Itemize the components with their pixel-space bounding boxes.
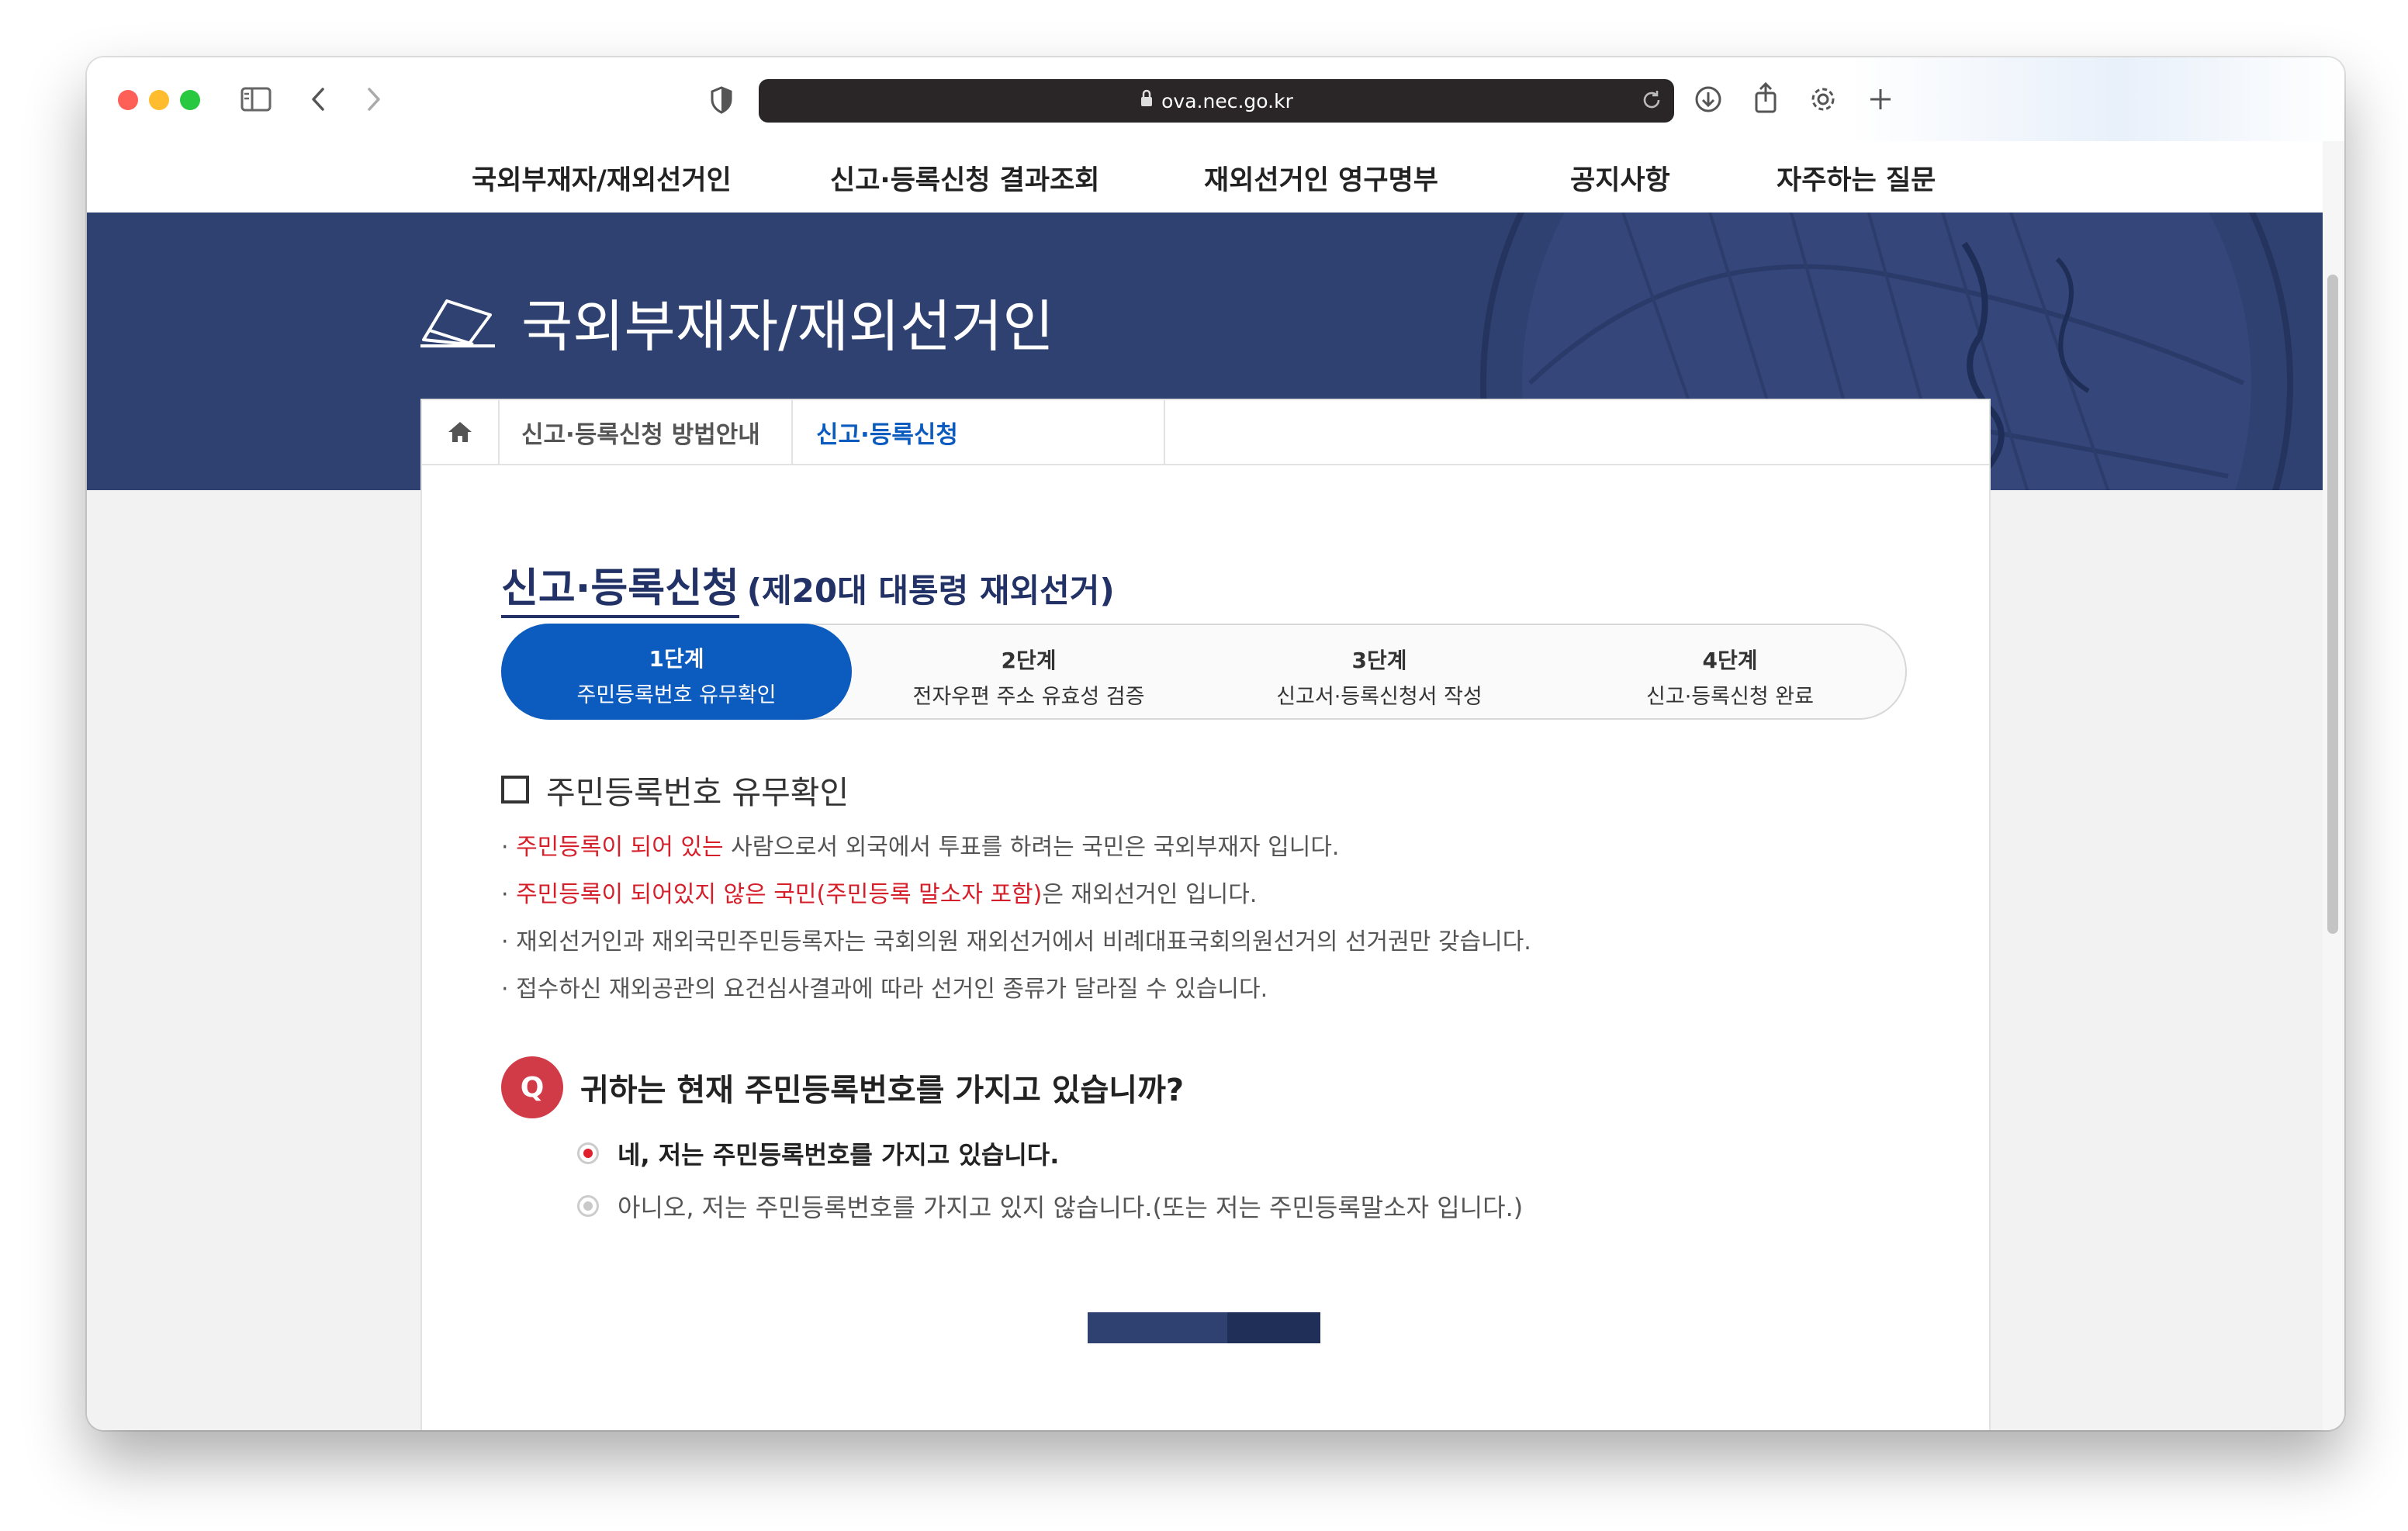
step-indicator: 1단계 주민등록번호 유무확인 2단계 전자우편 주소 유효성 검증 3단계 신…: [501, 624, 1907, 720]
page-title: 신고·등록신청 (제20대 대통령 재외선거): [501, 555, 1115, 618]
close-window-button[interactable]: [118, 90, 138, 110]
radio-no[interactable]: [577, 1195, 599, 1217]
step-2-desc: 전자우편 주소 유효성 검증: [912, 685, 1145, 709]
breadcrumb-home[interactable]: [422, 400, 500, 464]
breadcrumb-nav: 신고·등록신청 방법안내 신고·등록신청: [422, 400, 1989, 465]
info-item: · 재외선거인과 재외국민주민등록자는 국회의원 재외선거에서 비례대표국회의원…: [501, 928, 1531, 956]
section-title: 주민등록번호 유무확인: [501, 766, 849, 813]
content-panel: 신고·등록신청 방법안내 신고·등록신청 신고·등록신청 (제20대 대통령 재외…: [420, 399, 1991, 1430]
question-text: 귀하는 현재 주민등록번호를 가지고 있습니까?: [580, 1073, 1185, 1108]
step-1-number: 1단계: [649, 646, 704, 672]
nav-item-overseas-voters[interactable]: 국외부재자/재외선거인: [472, 158, 732, 198]
option-no[interactable]: 아니오, 저는 주민등록번호를 가지고 있지 않습니다.(또는 저는 주민등록말…: [577, 1188, 1523, 1224]
lock-icon: [1140, 89, 1154, 112]
option-no-label[interactable]: 아니오, 저는 주민등록번호를 가지고 있지 않습니다.(또는 저는 주민등록말…: [618, 1188, 1523, 1224]
breadcrumb-item-application[interactable]: 신고·등록신청: [793, 400, 1165, 464]
square-bullet-icon: [501, 776, 529, 804]
option-yes[interactable]: 네, 저는 주민등록번호를 가지고 있습니다.: [577, 1135, 1059, 1171]
url-text: ova.nec.go.kr: [1161, 89, 1293, 112]
nav-item-permanent-register[interactable]: 재외선거인 영구명부: [1204, 158, 1438, 198]
step-2: 2단계 전자우편 주소 유효성 검증: [853, 625, 1204, 718]
download-icon[interactable]: [1693, 84, 1724, 115]
nav-item-notices[interactable]: 공지사항: [1570, 158, 1670, 198]
back-icon[interactable]: [306, 85, 330, 113]
zoom-window-button[interactable]: [180, 90, 200, 110]
page-title-sub: (제20대 대통령 재외선거): [746, 572, 1115, 610]
scrollbar-thumb[interactable]: [2327, 275, 2338, 934]
step-4-number: 4단계: [1702, 648, 1758, 673]
step-3-desc: 신고서·등록신청서 작성: [1276, 685, 1483, 709]
info-item: · 주민등록이 되어 있는 사람으로서 외국에서 투표를 하려는 국민은 국외부…: [501, 834, 1340, 861]
banner-title: 국외부재자/재외선거인: [521, 294, 1054, 359]
page-title-main: 신고·등록신청: [501, 565, 739, 618]
step-1: 1단계 주민등록번호 유무확인: [501, 624, 852, 720]
forward-icon[interactable]: [362, 85, 386, 113]
question: Q 귀하는 현재 주민등록번호를 가지고 있습니까?: [501, 1056, 1184, 1118]
step-4-desc: 신고·등록신청 완료: [1646, 685, 1814, 709]
share-icon[interactable]: [1750, 81, 1781, 115]
sidebar-toggle-icon[interactable]: [239, 85, 273, 113]
step-2-number: 2단계: [1001, 648, 1057, 673]
reload-icon[interactable]: [1640, 88, 1663, 116]
question-badge: Q: [501, 1056, 563, 1118]
privacy-shield-icon[interactable]: [708, 85, 735, 115]
step-3-number: 3단계: [1351, 648, 1407, 673]
step-1-desc: 주민등록번호 유무확인: [576, 683, 777, 707]
address-bar[interactable]: ova.nec.go.kr: [759, 79, 1674, 123]
step-4: 4단계 신고·등록신청 완료: [1555, 625, 1905, 718]
pencil-icon: [420, 299, 495, 347]
option-yes-label[interactable]: 네, 저는 주민등록번호를 가지고 있습니다.: [618, 1135, 1059, 1171]
browser-window: ova.nec.go.kr 국외부재자/재외선거인 신고·등록신청 결과조회 재…: [87, 57, 2344, 1430]
minimize-window-button[interactable]: [149, 90, 169, 110]
web-page: 국외부재자/재외선거인 신고·등록신청 결과조회 재외선거인 영구명부 공지사항…: [87, 141, 2323, 1430]
gear-icon[interactable]: [1808, 84, 1839, 115]
new-tab-icon[interactable]: [1865, 84, 1896, 115]
info-item: · 접수하신 재외공관의 요건심사결과에 따라 선거인 종류가 달라질 수 있습…: [501, 976, 1268, 1003]
home-icon: [448, 422, 472, 442]
info-item: · 주민등록이 되어있지 않은 국민(주민등록 말소자 포함)은 재외선거인 입…: [501, 881, 1258, 908]
section-title-text: 주민등록번호 유무확인: [546, 774, 849, 811]
nav-item-faq[interactable]: 자주하는 질문: [1777, 158, 1936, 198]
breadcrumb-item-guide[interactable]: 신고·등록신청 방법안내: [498, 400, 793, 464]
page-scrollbar[interactable]: [2323, 141, 2344, 1430]
step-3: 3단계 신고서·등록신청서 작성: [1204, 625, 1555, 718]
info-list: · 주민등록이 되어 있는 사람으로서 외국에서 투표를 하려는 국민은 국외부…: [501, 824, 1531, 1013]
nav-item-application-result[interactable]: 신고·등록신청 결과조회: [830, 158, 1099, 198]
browser-toolbar: ova.nec.go.kr: [87, 57, 2344, 141]
next-button[interactable]: [1088, 1312, 1320, 1343]
top-navigation: 국외부재자/재외선거인 신고·등록신청 결과조회 재외선거인 영구명부 공지사항…: [87, 141, 2323, 213]
radio-yes[interactable]: [577, 1142, 599, 1164]
next-button-arrow: [1227, 1312, 1320, 1343]
